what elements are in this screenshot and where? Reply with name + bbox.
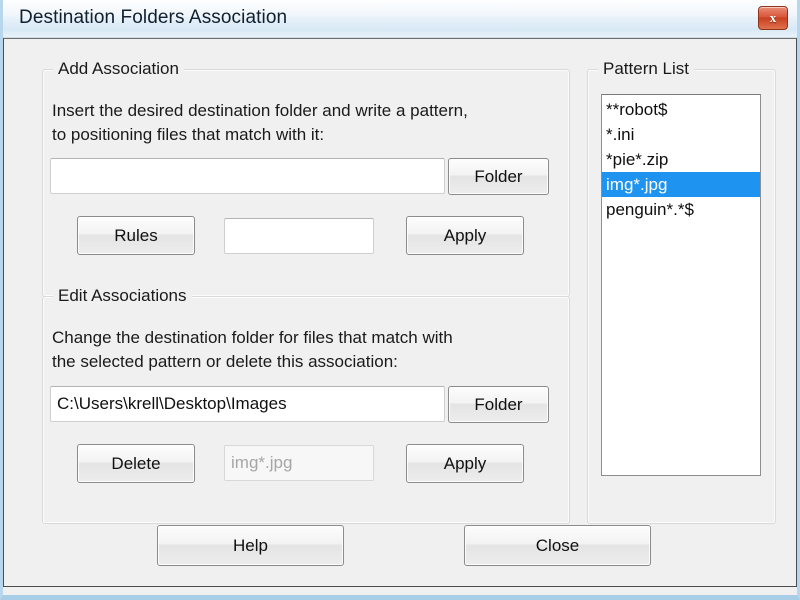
add-folder-browse-button[interactable]: Folder [448,158,549,195]
dialog-window: Destination Folders Association x Add As… [0,0,800,600]
rules-button[interactable]: Rules [77,216,195,255]
edit-associations-description: Change the destination folder for files … [52,328,453,371]
add-pattern-input[interactable] [224,218,374,254]
add-folder-input[interactable] [50,158,445,194]
close-icon-glyph: x [769,10,777,25]
list-item[interactable]: *pie*.zip [602,147,760,172]
close-button[interactable]: Close [464,525,651,566]
page-title: Destination Folders Association [19,7,288,28]
title-bar: Destination Folders Association x [3,0,797,38]
dialog-client-area: Add Association Insert the desired desti… [3,38,797,587]
edit-associations-legend: Edit Associations [53,286,192,306]
list-item[interactable]: img*.jpg [602,172,760,197]
delete-button[interactable]: Delete [77,444,195,483]
edit-apply-button[interactable]: Apply [406,444,524,483]
list-item[interactable]: *.ini [602,122,760,147]
add-association-description: Insert the desired destination folder an… [52,101,468,144]
pattern-list-legend: Pattern List [598,59,694,79]
add-association-legend: Add Association [53,59,184,79]
add-apply-button[interactable]: Apply [406,216,524,255]
list-item[interactable]: penguin*.*$ [602,197,760,222]
list-item[interactable]: **robot$ [602,97,760,122]
edit-pattern-input[interactable] [224,445,374,481]
close-icon[interactable]: x [758,6,788,30]
help-button[interactable]: Help [157,525,344,566]
pattern-listbox[interactable]: **robot$ *.ini *pie*.zip img*.jpg penguin*.*… [601,94,761,476]
edit-folder-input[interactable] [50,386,445,422]
edit-folder-browse-button[interactable]: Folder [448,386,549,423]
